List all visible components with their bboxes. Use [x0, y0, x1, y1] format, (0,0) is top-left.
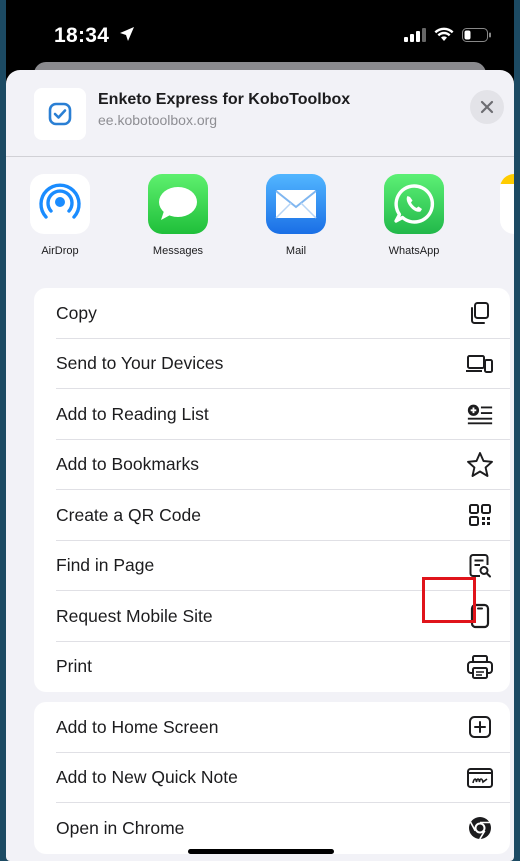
- close-button[interactable]: [470, 90, 504, 124]
- share-sheet: Enketo Express for KoboToolbox ee.koboto…: [6, 70, 514, 861]
- action-copy[interactable]: Copy: [34, 288, 510, 339]
- share-app-airdrop[interactable]: AirDrop: [18, 174, 102, 257]
- action-add-reading-list[interactable]: Add to Reading List: [34, 389, 510, 440]
- reading-list-icon: [466, 400, 494, 428]
- qr-code-icon: [466, 501, 494, 529]
- share-app-label: Mail: [285, 245, 307, 257]
- action-add-quick-note[interactable]: Add to New Quick Note: [34, 753, 510, 804]
- action-label: Copy: [56, 302, 97, 323]
- status-time: 18:34: [54, 24, 110, 47]
- page-url: ee.kobotoolbox.org: [98, 112, 218, 128]
- quick-note-icon: [466, 764, 494, 792]
- add-square-icon: [466, 713, 494, 741]
- share-app-whatsapp[interactable]: WhatsApp: [372, 174, 456, 257]
- action-label: Open in Chrome: [56, 817, 185, 838]
- action-send-to-devices[interactable]: Send to Your Devices: [34, 339, 510, 390]
- actions-group-secondary: Add to Home Screen Add to New Quick Note: [34, 702, 510, 854]
- airdrop-icon: [30, 174, 90, 234]
- action-print[interactable]: Print: [34, 642, 510, 693]
- action-add-to-home-screen[interactable]: Add to Home Screen: [34, 702, 510, 753]
- star-icon: [466, 451, 494, 479]
- action-add-bookmarks[interactable]: Add to Bookmarks: [34, 440, 510, 491]
- share-app-label: WhatsApp: [388, 245, 440, 257]
- notes-app-icon-partial[interactable]: [500, 174, 514, 234]
- battery-icon: [462, 27, 491, 42]
- action-label: Add to Reading List: [56, 403, 209, 424]
- messages-icon: [148, 174, 208, 234]
- home-indicator: [188, 849, 334, 854]
- action-label: Print: [56, 656, 92, 677]
- find-in-page-icon: [466, 552, 494, 580]
- enketo-logo-icon: [48, 102, 72, 126]
- close-icon: [480, 100, 494, 114]
- action-label: Find in Page: [56, 555, 155, 576]
- copy-icon: [466, 299, 494, 327]
- action-label: Add to New Quick Note: [56, 767, 238, 788]
- share-app-mail[interactable]: Mail: [254, 174, 338, 257]
- chrome-icon: [466, 814, 494, 842]
- action-open-in-chrome[interactable]: Open in Chrome: [34, 803, 510, 854]
- status-icons: [404, 27, 492, 42]
- printer-icon: [466, 653, 494, 681]
- whatsapp-icon: [384, 174, 444, 234]
- actions-group-primary: Copy Send to Your Devices Add to Reading…: [34, 288, 510, 692]
- share-apps-row: AirDrop Messages Mail WhatsApp: [6, 168, 514, 280]
- header-divider: [6, 156, 514, 157]
- page-title: Enketo Express for KoboToolbox: [98, 91, 351, 108]
- highlight-box-print: [422, 577, 476, 623]
- share-app-label: AirDrop: [41, 245, 79, 257]
- action-label: Request Mobile Site: [56, 605, 213, 626]
- site-favicon: [34, 88, 86, 140]
- action-label: Send to Your Devices: [56, 353, 224, 374]
- cellular-signal-icon: [404, 27, 426, 42]
- mail-icon: [266, 174, 326, 234]
- action-label: Add to Home Screen: [56, 716, 219, 737]
- share-app-messages[interactable]: Messages: [136, 174, 220, 257]
- phone-screen: 18:34 Enketo Express for KoboToolbox ee.…: [6, 0, 514, 861]
- share-app-label: Messages: [152, 245, 204, 257]
- action-label: Create a QR Code: [56, 504, 201, 525]
- devices-icon: [466, 350, 494, 378]
- action-label: Add to Bookmarks: [56, 454, 199, 475]
- share-header: Enketo Express for KoboToolbox ee.koboto…: [6, 70, 514, 156]
- action-create-qr-code[interactable]: Create a QR Code: [34, 490, 510, 541]
- wifi-icon: [434, 27, 454, 41]
- location-arrow-icon: [120, 27, 134, 41]
- status-bar: 18:34: [6, 0, 514, 62]
